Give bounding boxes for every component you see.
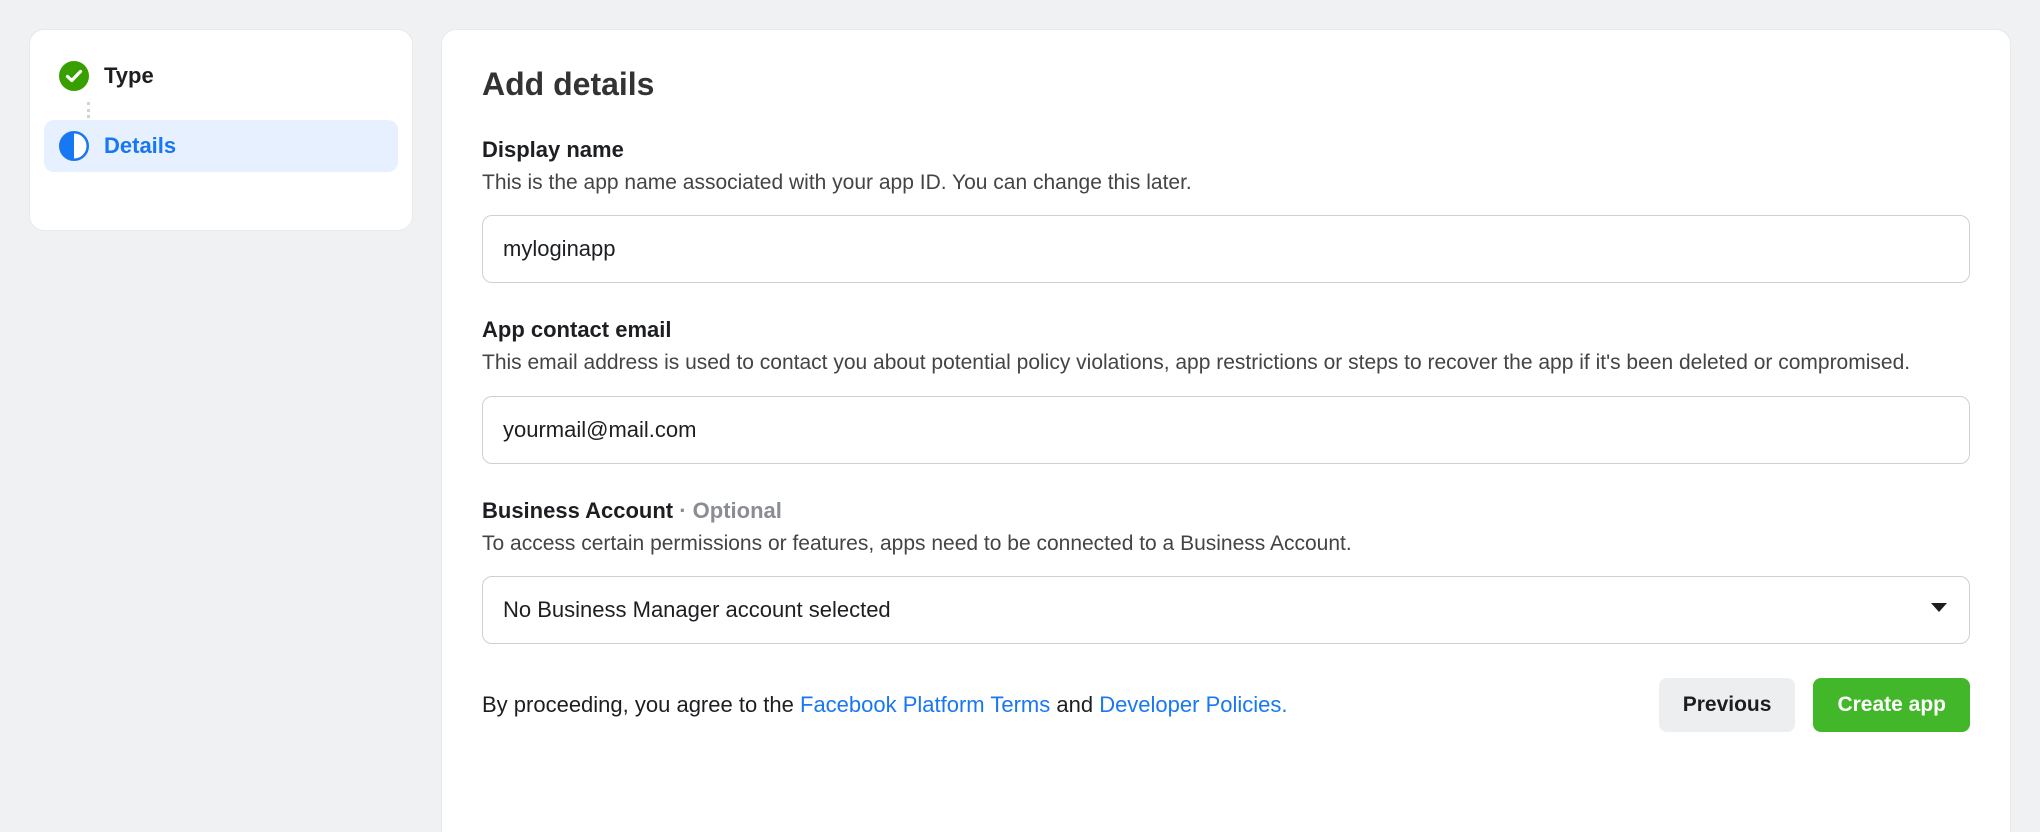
business-account-label: Business Account · Optional: [482, 498, 1970, 524]
business-account-label-text: Business Account: [482, 498, 673, 523]
display-name-label: Display name: [482, 137, 1970, 163]
agreement-text: By proceeding, you agree to the Facebook…: [482, 692, 1288, 718]
business-account-selected-value: No Business Manager account selected: [503, 597, 891, 623]
step-type[interactable]: Type: [44, 50, 398, 102]
contact-email-label: App contact email: [482, 317, 1970, 343]
business-account-select[interactable]: No Business Manager account selected: [482, 576, 1970, 644]
platform-terms-link[interactable]: Facebook Platform Terms: [800, 692, 1050, 717]
step-type-label: Type: [104, 63, 154, 89]
business-account-help: To access certain permissions or feature…: [482, 530, 1970, 558]
business-account-optional-tag: · Optional: [673, 498, 782, 523]
add-details-panel: Add details Display name This is the app…: [442, 30, 2010, 832]
create-app-button[interactable]: Create app: [1813, 678, 1970, 732]
contact-email-help: This email address is used to contact yo…: [482, 349, 1970, 377]
display-name-input[interactable]: [482, 215, 1970, 283]
step-current-icon: [58, 130, 90, 162]
developer-policies-link[interactable]: Developer Policies.: [1099, 692, 1287, 717]
display-name-help: This is the app name associated with you…: [482, 169, 1970, 197]
footer-row: By proceeding, you agree to the Facebook…: [482, 678, 1970, 732]
page-title: Add details: [482, 66, 1970, 103]
display-name-block: Display name This is the app name associ…: [482, 137, 1970, 283]
caret-down-icon: [1930, 601, 1948, 619]
step-complete-icon: [58, 60, 90, 92]
business-account-block: Business Account · Optional To access ce…: [482, 498, 1970, 644]
step-details[interactable]: Details: [44, 120, 398, 172]
step-details-label: Details: [104, 133, 176, 159]
previous-button[interactable]: Previous: [1659, 678, 1796, 732]
stepper-sidebar: Type Details: [30, 30, 412, 230]
contact-email-input[interactable]: [482, 396, 1970, 464]
contact-email-block: App contact email This email address is …: [482, 317, 1970, 463]
